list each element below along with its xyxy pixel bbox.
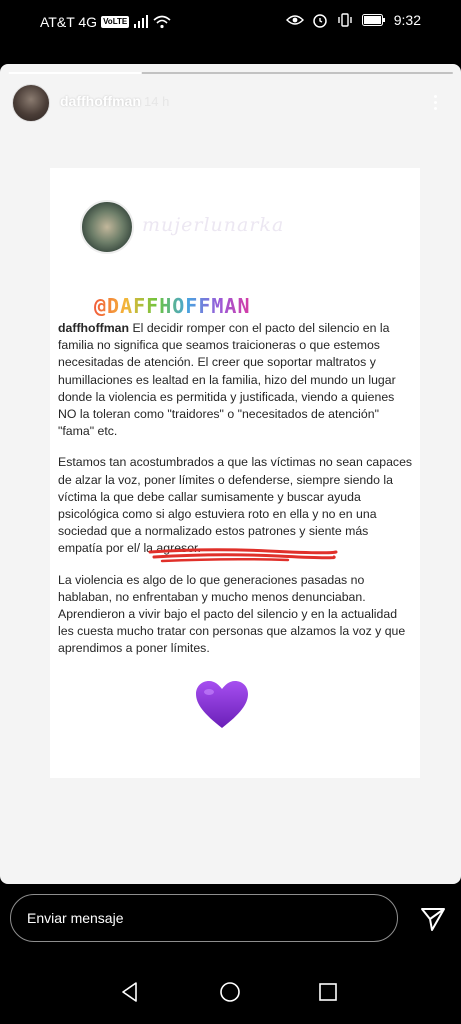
system-nav-bar [0, 960, 461, 1024]
story-progress-fill [8, 72, 142, 74]
story-username[interactable]: daffhoffman [60, 93, 141, 109]
status-right: 9:32 [285, 12, 421, 28]
caption-text-1: El decidir romper con el pacto del silen… [58, 321, 396, 439]
carrier-label: AT&T 4G [40, 14, 98, 30]
story-time: 14 h [144, 94, 170, 109]
status-time: 9:32 [393, 12, 421, 28]
volte-badge: VoLTE [101, 16, 130, 28]
post-handle: mujerlunarka [142, 214, 285, 236]
story-header: daffhoffman 14 h [12, 84, 449, 124]
story-progress-bar [8, 72, 453, 74]
status-left: AT&T 4G VoLTE [40, 14, 171, 30]
red-underline-scribble [148, 548, 338, 563]
purple-heart-icon [196, 681, 248, 728]
recents-icon[interactable] [316, 980, 340, 1004]
vibrate-icon [338, 13, 352, 27]
caption-paragraph-2: Estamos tan acostumbrados a que las víct… [58, 455, 413, 556]
mention-sticker[interactable]: @DAFFHOFFMAN [94, 294, 251, 318]
caption-author: daffhoffman [58, 321, 130, 335]
shared-post: mujerlunarka @DAFFHOFFMAN daffhoffman El… [50, 168, 420, 778]
send-message-input[interactable]: Enviar mensaje [10, 894, 398, 942]
eye-icon [285, 15, 304, 25]
back-icon[interactable] [118, 980, 142, 1004]
battery-icon [361, 14, 385, 26]
post-caption: daffhoffman El decidir romper con el pac… [58, 320, 414, 672]
user-avatar[interactable] [12, 84, 50, 122]
signal-icon [134, 15, 149, 28]
more-options-icon[interactable] [425, 88, 445, 116]
alarm-icon [313, 14, 327, 28]
caption-paragraph-3: La violencia es algo de lo que generacio… [58, 572, 406, 656]
send-icon[interactable] [420, 906, 446, 932]
story-viewer[interactable]: daffhoffman 14 h mujerlunarka @DAFFHOFFM… [0, 64, 461, 884]
status-bar: AT&T 4G VoLTE 9:32 [0, 0, 461, 46]
post-avatar [80, 200, 134, 254]
caption-paragraph-1: daffhoffman El decidir romper con el pac… [58, 320, 414, 440]
reply-bar: Enviar mensaje [0, 884, 461, 954]
home-icon[interactable] [218, 980, 242, 1004]
wifi-icon [153, 15, 171, 29]
